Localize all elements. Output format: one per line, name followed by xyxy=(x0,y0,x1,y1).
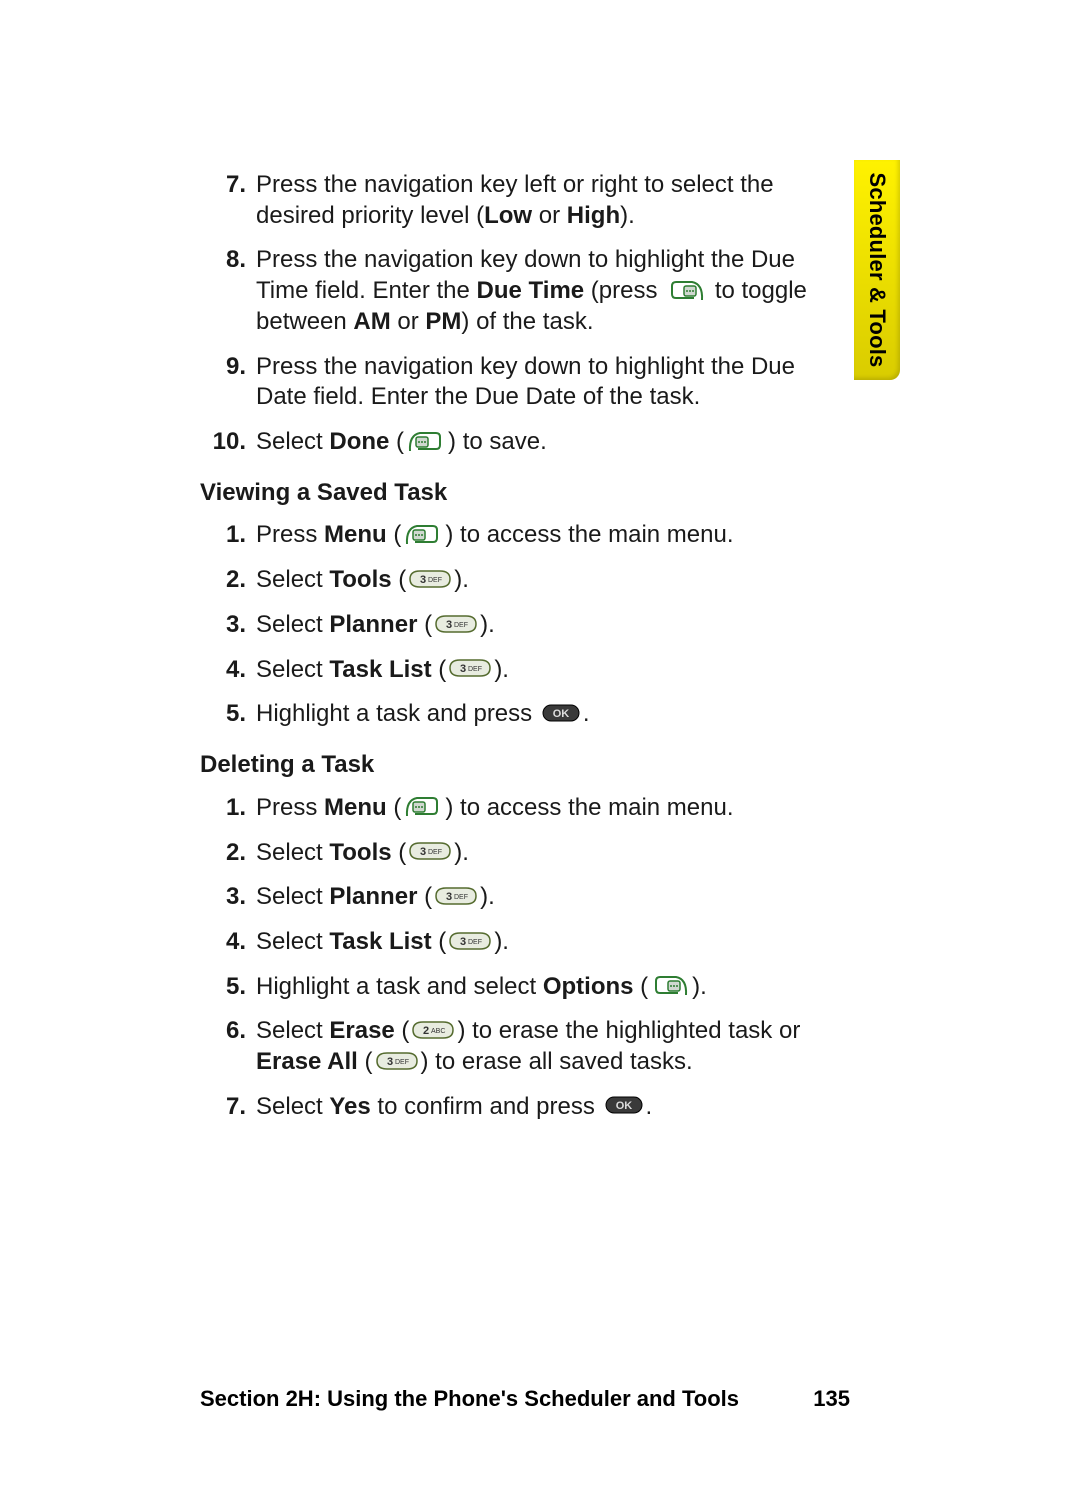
list-item-number: 3. xyxy=(200,610,256,641)
svg-text:2: 2 xyxy=(423,1025,429,1037)
keypad-3-icon: 3 DEF xyxy=(375,1049,419,1073)
list-item-body: Highlight a task and press OK . xyxy=(256,699,810,734)
manual-page: Scheduler & Tools 7.Press the navigation… xyxy=(0,0,1080,1496)
list-item-body: Select Yes to confirm and press OK . xyxy=(256,1092,810,1127)
svg-text:DEF: DEF xyxy=(428,577,442,584)
list-item-body: Select Tools ( 3 DEF ). xyxy=(256,565,810,600)
list-item: 7.Press the navigation key left or right… xyxy=(200,170,810,235)
side-tab-label: Scheduler & Tools xyxy=(864,173,890,368)
list-item-body: Select Done ( ) to save. xyxy=(256,427,810,462)
keypad-3-icon: 3 DEF xyxy=(434,612,478,636)
list-item-number: 6. xyxy=(200,1016,256,1047)
list-item: 8.Press the navigation key down to highl… xyxy=(200,245,810,341)
list-item-body: Press the navigation key left or right t… xyxy=(256,170,810,235)
svg-text:3: 3 xyxy=(420,574,426,586)
list-item-body: Highlight a task and select Options ( ). xyxy=(256,972,810,1007)
svg-text:3: 3 xyxy=(387,1056,393,1068)
svg-text:DEF: DEF xyxy=(468,666,482,673)
list-item: 3.Select Planner ( 3 DEF ). xyxy=(200,610,810,645)
list-item: 4.Select Task List ( 3 DEF ). xyxy=(200,655,810,690)
right-softkey-icon xyxy=(666,278,706,302)
list-section-a: 7.Press the navigation key left or right… xyxy=(200,170,810,462)
footer-page-number: 135 xyxy=(813,1386,850,1412)
list-item: 5.Highlight a task and select Options ( … xyxy=(200,972,810,1007)
list-item-number: 4. xyxy=(200,655,256,686)
list-item: 10.Select Done ( ) to save. xyxy=(200,427,810,462)
list-item-number: 7. xyxy=(200,170,256,201)
ok-key-icon: OK xyxy=(604,1093,644,1117)
list-item-body: Press Menu ( ) to access the main menu. xyxy=(256,520,810,555)
list-item-body: Select Planner ( 3 DEF ). xyxy=(256,610,810,645)
list-item: 7.Select Yes to confirm and press OK . xyxy=(200,1092,810,1127)
footer-section: Section 2H: Using the Phone's Scheduler … xyxy=(200,1386,739,1411)
svg-text:3: 3 xyxy=(446,891,452,903)
keypad-3-icon: 3 DEF xyxy=(448,656,492,680)
list-item: 3.Select Planner ( 3 DEF ). xyxy=(200,882,810,917)
side-tab: Scheduler & Tools xyxy=(854,160,900,380)
svg-text:3: 3 xyxy=(460,936,466,948)
list-item: 9.Press the navigation key down to highl… xyxy=(200,352,810,417)
svg-text:OK: OK xyxy=(615,1100,632,1112)
svg-text:DEF: DEF xyxy=(395,1059,409,1066)
svg-text:ABC: ABC xyxy=(431,1028,445,1035)
list-item-body: Select Task List ( 3 DEF ). xyxy=(256,655,810,690)
list-item-body: Select Tools ( 3 DEF ). xyxy=(256,838,810,873)
list-section-c: 1.Press Menu ( ) to access the main menu… xyxy=(200,793,810,1127)
list-item: 1.Press Menu ( ) to access the main menu… xyxy=(200,793,810,828)
svg-text:3: 3 xyxy=(460,663,466,675)
svg-text:DEF: DEF xyxy=(454,622,468,629)
list-item-number: 1. xyxy=(200,520,256,551)
list-item-number: 2. xyxy=(200,838,256,869)
list-item-number: 7. xyxy=(200,1092,256,1123)
list-item-number: 9. xyxy=(200,352,256,383)
svg-text:DEF: DEF xyxy=(454,894,468,901)
list-item: 4.Select Task List ( 3 DEF ). xyxy=(200,927,810,962)
list-item-number: 3. xyxy=(200,882,256,913)
list-item-body: Press the navigation key down to highlig… xyxy=(256,352,810,417)
subheading-deleting: Deleting a Task xyxy=(200,750,810,781)
keypad-2-icon: 2 ABC xyxy=(411,1018,455,1042)
keypad-3-icon: 3 DEF xyxy=(408,567,452,591)
list-item-number: 5. xyxy=(200,972,256,1003)
list-item: 5.Highlight a task and press OK . xyxy=(200,699,810,734)
list-item-number: 8. xyxy=(200,245,256,276)
left-softkey-icon xyxy=(403,794,443,818)
list-item: 2.Select Tools ( 3 DEF ). xyxy=(200,838,810,873)
list-item-number: 5. xyxy=(200,699,256,730)
left-softkey-icon xyxy=(406,429,446,453)
content-column: 7.Press the navigation key left or right… xyxy=(200,170,810,1137)
list-item-number: 2. xyxy=(200,565,256,596)
list-item-body: Press Menu ( ) to access the main menu. xyxy=(256,793,810,828)
list-item: 1.Press Menu ( ) to access the main menu… xyxy=(200,520,810,555)
left-softkey-icon xyxy=(403,522,443,546)
svg-text:3: 3 xyxy=(446,619,452,631)
list-item: 2.Select Tools ( 3 DEF ). xyxy=(200,565,810,600)
list-item: 6.Select Erase ( 2 ABC ) to erase the hi… xyxy=(200,1016,810,1081)
svg-text:DEF: DEF xyxy=(468,939,482,946)
list-item-number: 4. xyxy=(200,927,256,958)
list-item-body: Select Task List ( 3 DEF ). xyxy=(256,927,810,962)
keypad-3-icon: 3 DEF xyxy=(408,839,452,863)
keypad-3-icon: 3 DEF xyxy=(448,929,492,953)
list-item-body: Select Erase ( 2 ABC ) to erase the high… xyxy=(256,1016,810,1081)
list-section-b: 1.Press Menu ( ) to access the main menu… xyxy=(200,520,810,734)
svg-text:3: 3 xyxy=(420,846,426,858)
ok-key-icon: OK xyxy=(541,701,581,725)
list-item-body: Select Planner ( 3 DEF ). xyxy=(256,882,810,917)
list-item-body: Press the navigation key down to highlig… xyxy=(256,245,810,341)
svg-text:DEF: DEF xyxy=(428,849,442,856)
list-item-number: 10. xyxy=(200,427,256,458)
list-item-number: 1. xyxy=(200,793,256,824)
right-softkey-icon xyxy=(650,973,690,997)
page-footer: Section 2H: Using the Phone's Scheduler … xyxy=(200,1386,850,1412)
keypad-3-icon: 3 DEF xyxy=(434,884,478,908)
subheading-viewing: Viewing a Saved Task xyxy=(200,478,810,509)
svg-text:OK: OK xyxy=(553,708,570,720)
